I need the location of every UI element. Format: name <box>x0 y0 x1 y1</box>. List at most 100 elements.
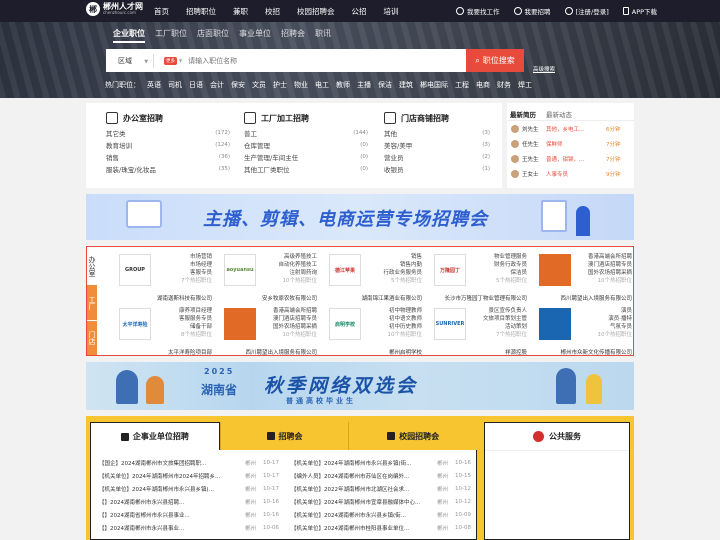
service-title[interactable]: 公共服务 <box>485 423 629 451</box>
company-name[interactable]: 湖南锦江果酒业有限公司 <box>321 294 422 302</box>
recruit-row[interactable]: 【】2024湖南郴州市永兴县事业... 郴州 10-06 <box>99 521 279 534</box>
recruit-row[interactable]: 【国企】2024湖南郴州市文旅集团招聘职... 郴州 10-17 <box>99 456 279 469</box>
region-select[interactable]: 区域 ▼ <box>106 53 154 68</box>
job-title[interactable]: 国外农场招聘采摘 <box>273 323 317 331</box>
company-card[interactable]: aoyuansu 高级养殖技工 自动化养殖技工 注射周药询 10个热招职位 安乡牧原农牧有… <box>216 249 321 303</box>
recruit-row[interactable]: 【机关单位】2024湖南郴州市永兴县乡镇(街... 郴州 10-09 <box>291 508 471 521</box>
category-title[interactable]: 工厂加工招聘 <box>244 103 374 127</box>
company-card[interactable]: 香港高端会所招聘 澳门酒店招聘专员 国外农场招聘采摘 10个热招职位 西川聘望出入境服务… <box>216 303 321 357</box>
recruit-row[interactable]: 【机关单位】2024年湖南郴州市永兴县乡镇(... 郴州 10-17 <box>99 482 279 495</box>
company-card[interactable]: GROUP 市场营销 市场经理 客服专员 7个热招职位 湖南迦斯科技有限公司 <box>111 249 216 303</box>
company-name[interactable]: 太平洋寿险项目部 <box>111 348 212 356</box>
company-card[interactable]: SUNRIVER 景区宣传负责人 文旅项目策划主管 活动策划 7个热招职位 祥源控股 <box>426 303 531 357</box>
tab-public-units[interactable]: 事业单位 <box>239 28 271 43</box>
tab-company-jobs[interactable]: 企业职位 <box>113 28 145 43</box>
job-title[interactable]: 高级养殖技工 <box>278 253 317 261</box>
hot-item[interactable]: 司机 <box>168 80 182 90</box>
tab-store-jobs[interactable]: 店面职位 <box>197 28 229 43</box>
company-name[interactable]: 安乡牧原农牧有限公司 <box>216 294 317 302</box>
tab-job-fair[interactable]: 招聘会 <box>219 422 349 450</box>
tab-factory-jobs[interactable]: 工厂职位 <box>155 28 187 43</box>
job-title[interactable]: 澳门酒店招聘专员 <box>273 315 317 323</box>
hot-item[interactable]: 物业 <box>294 80 308 90</box>
hot-item[interactable]: 教师 <box>336 80 350 90</box>
tab-job-news[interactable]: 职讯 <box>315 28 331 43</box>
tab-latest-news[interactable]: 最新动态 <box>546 109 572 120</box>
recruit-row[interactable]: 【机关单位】2022年湖南郴州市北湖区社会求... 郴州 10-12 <box>291 482 471 495</box>
job-title[interactable]: 香港高端会所招聘 <box>273 307 317 315</box>
resume-row[interactable]: 王先生 普通，钳铆，... 7分钟 <box>507 151 634 166</box>
nav-parttime[interactable]: 兼职 <box>233 6 248 17</box>
company-name[interactable]: 西川聘望出入境服务有限公司 <box>531 294 632 302</box>
job-title[interactable]: 演员·播特 <box>598 315 632 323</box>
category-item[interactable]: 生产管理/车间主任 (0) <box>244 151 374 163</box>
category-item[interactable]: 教育培训 (124) <box>106 139 236 151</box>
category-item[interactable]: 普工 (144) <box>244 127 374 139</box>
hot-item[interactable]: 焊工 <box>518 80 532 90</box>
hot-item[interactable]: 文员 <box>252 80 266 90</box>
job-title[interactable]: 景区宣传负责人 <box>483 307 527 315</box>
company-name[interactable]: 长沙市万隆园丁物业管理有限公司 <box>426 294 527 302</box>
job-title[interactable]: 澳门酒店招聘专员 <box>588 261 632 269</box>
job-title[interactable]: 注射周药询 <box>278 269 317 277</box>
recruit-row[interactable]: 【】2024湖南郴州市永兴县招聘... 郴州 10-16 <box>99 495 279 508</box>
tab-office[interactable]: 办公室 <box>87 247 97 285</box>
job-title[interactable]: 国外农场招聘采摘 <box>588 269 632 277</box>
recruit-row[interactable]: 【机关单位】2024湖南郴州市桂阳县事业单位... 郴州 10-08 <box>291 521 471 534</box>
category-item[interactable]: 收银员 (1) <box>384 163 496 175</box>
company-card[interactable]: 德江苹果 销售 销售内勤 行政业务服务员 5个热招职位 湖南锦江果酒业有限公司 <box>321 249 426 303</box>
nav-jobs[interactable]: 招聘职位 <box>186 6 216 17</box>
recruit-link[interactable]: 我要招聘 <box>513 6 551 16</box>
job-title[interactable]: 销售内勤 <box>383 261 422 269</box>
category-item[interactable]: 销售 (36) <box>106 151 236 163</box>
hot-item[interactable]: 英语 <box>147 80 161 90</box>
category-title[interactable]: 办公室招聘 <box>106 103 236 127</box>
hot-item[interactable]: 电商 <box>476 80 490 90</box>
recruit-row[interactable]: 【】2024湖南省郴州市永兴县事业... 郴州 10-16 <box>99 508 279 521</box>
company-name[interactable]: 郴州启明学校 <box>321 348 422 356</box>
category-item[interactable]: 其它类 (172) <box>106 127 236 139</box>
hot-item[interactable]: 会计 <box>210 80 224 90</box>
hot-item[interactable]: 护士 <box>273 80 287 90</box>
tab-latest-resume[interactable]: 最新简历 <box>510 109 536 120</box>
job-title[interactable]: 自动化养殖技工 <box>278 261 317 269</box>
resume-row[interactable]: 任先生 保鲜师 7分钟 <box>507 136 634 151</box>
job-title[interactable]: 气氛专员 <box>598 323 632 331</box>
job-title[interactable]: 保洁员 <box>494 269 527 277</box>
hot-item[interactable]: 保安 <box>231 80 245 90</box>
recruit-row[interactable]: 【机关单位】2024年湖南郴州市永兴县乡镇(街... 郴州 10-16 <box>291 456 471 469</box>
company-name[interactable]: 郴州市众新文化传播有限公司 <box>531 348 632 356</box>
job-title[interactable]: 市场经理 <box>181 261 212 269</box>
category-item[interactable]: 仓库管理 (0) <box>244 139 374 151</box>
hot-item[interactable]: 建筑 <box>399 80 413 90</box>
advanced-search-link[interactable]: 高级搜索 <box>533 65 555 73</box>
company-card[interactable]: 香港高端会所招聘 澳门酒店招聘专员 国外农场招聘采摘 10个热招职位 西川聘望出入境服务… <box>531 249 636 303</box>
nav-campus-fair[interactable]: 校园招聘会 <box>297 6 335 17</box>
hot-item[interactable]: 保洁 <box>378 80 392 90</box>
company-card[interactable]: 万隆园丁 物业管理服务 财务行政专员 保洁员 5个热招职位 长沙市万隆园丁物业管理有限公司 <box>426 249 531 303</box>
company-card[interactable]: 演员 演员·播特 气氛专员 10个热招职位 郴州市众新文化传播有限公司 <box>531 303 636 357</box>
category-item[interactable]: 其他 (3) <box>384 127 496 139</box>
job-title[interactable]: 康养项目经理 <box>179 307 212 315</box>
job-title[interactable]: 物业管理服务 <box>494 253 527 261</box>
more-badge[interactable]: 更多 <box>164 56 177 65</box>
recruit-row[interactable]: 【机关单位】2024年湖南郴州市宜章县融媒体中心... 郴州 10-12 <box>291 495 471 508</box>
site-logo[interactable]: 郴 郴州人才网 chenzhourc.com <box>86 2 143 16</box>
nav-public[interactable]: 公招 <box>352 6 367 17</box>
job-title[interactable]: 活动策划 <box>483 323 527 331</box>
app-download-link[interactable]: APP下载 <box>622 6 657 16</box>
job-title[interactable]: 演员 <box>598 307 632 315</box>
recruit-row[interactable]: 【机关单位】2024年湖南郴州市2024年招聘乡... 郴州 10-17 <box>99 469 279 482</box>
find-job-link[interactable]: 我要找工作 <box>456 6 500 16</box>
tab-job-fair[interactable]: 招聘会 <box>281 28 305 43</box>
autumn-fair-banner[interactable]: 2025 湖南省 秋季网络双选会 普通高校毕业生 <box>86 362 634 410</box>
job-title[interactable]: 客服服务专员 <box>179 315 212 323</box>
job-title[interactable]: 财务行政专员 <box>494 261 527 269</box>
category-item[interactable]: 美容/美甲 (3) <box>384 139 496 151</box>
nav-home[interactable]: 首页 <box>154 6 169 17</box>
job-title[interactable]: 初中物理教师 <box>388 307 422 315</box>
category-title[interactable]: 门店商铺招聘 <box>384 103 496 127</box>
hot-item[interactable]: 主播 <box>357 80 371 90</box>
hot-item[interactable]: 电工 <box>315 80 329 90</box>
resume-row[interactable]: 刘先生 其他，乡电工... 6分钟 <box>507 121 634 136</box>
